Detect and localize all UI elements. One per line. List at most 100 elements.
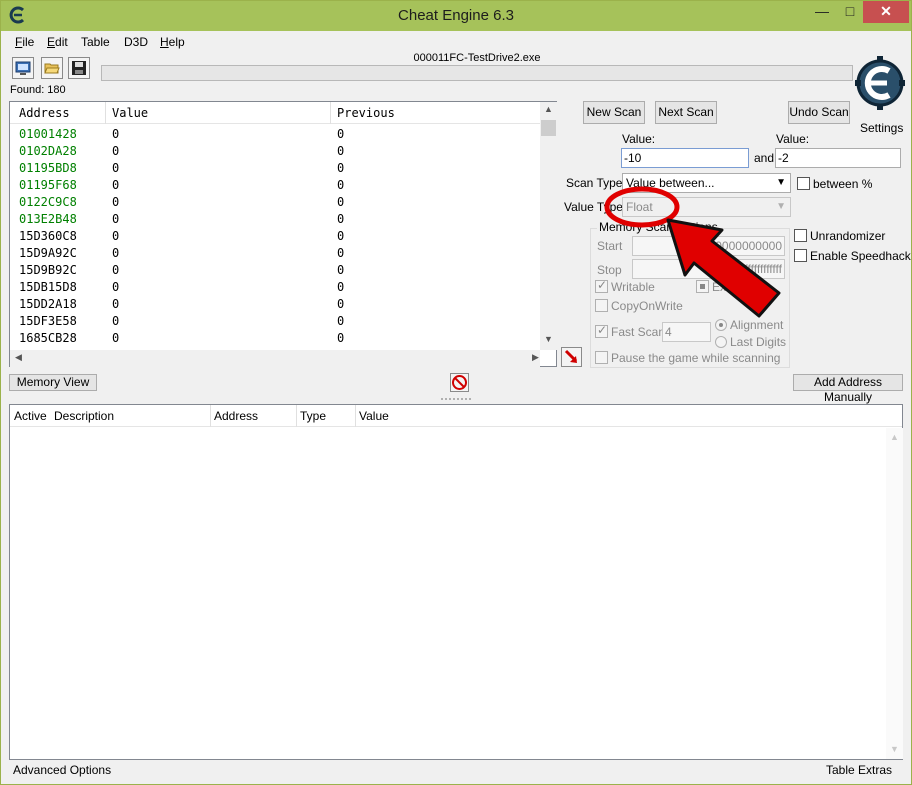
result-value: 0	[112, 263, 120, 277]
clear-list-button[interactable]	[450, 373, 469, 392]
result-previous: 0	[337, 161, 345, 175]
result-row[interactable]: 15DF3E58 0 0	[10, 313, 540, 330]
unrandomizer-label: Unrandomizer	[810, 229, 886, 243]
scan-results-list[interactable]: Address Value Previous 01001428 0 0 0102DA2…	[9, 101, 557, 367]
folder-open-icon	[44, 63, 60, 74]
maximize-button[interactable]: □	[837, 1, 863, 23]
save-button[interactable]	[68, 57, 90, 79]
between-percent-label: between %	[813, 177, 873, 191]
floppy-disk-icon	[72, 61, 86, 75]
column-value[interactable]: Value	[359, 409, 389, 423]
value-label-1: Value:	[622, 132, 656, 146]
result-value: 0	[112, 161, 120, 175]
between-percent-checkbox[interactable]	[797, 177, 810, 190]
results-vertical-scrollbar[interactable]: ▲ ▼	[540, 102, 557, 350]
menu-edit[interactable]: Edit	[47, 35, 68, 49]
executable-label: Executable	[712, 280, 772, 294]
result-row[interactable]: 15D9A92C 0 0	[10, 245, 540, 262]
pause-game-label: Pause the game while scanning	[611, 351, 781, 365]
result-row[interactable]: 1685CB28 0 0	[10, 330, 540, 347]
fast-scan-label: Fast Scan	[611, 325, 666, 339]
column-active[interactable]: Active	[14, 409, 47, 423]
title-bar[interactable]: Cheat Engine 6.3 — □ ✕	[1, 1, 911, 31]
fast-scan-checkbox[interactable]	[595, 323, 608, 338]
value-label-2: Value:	[776, 132, 810, 146]
new-scan-button[interactable]: New Scan	[583, 101, 645, 124]
result-previous: 0	[337, 178, 345, 192]
column-previous[interactable]: Previous	[337, 106, 395, 120]
splitter-grip[interactable]	[441, 398, 471, 401]
result-previous: 0	[337, 229, 345, 243]
result-row[interactable]: 0102DA28 0 0	[10, 143, 540, 160]
result-address: 0122C9C8	[19, 195, 77, 209]
menu-d3d[interactable]: D3D	[124, 35, 148, 49]
result-row[interactable]: 01195BD8 0 0	[10, 160, 540, 177]
result-row[interactable]: 0122C9C8 0 0	[10, 194, 540, 211]
result-value: 0	[112, 229, 120, 243]
value-type-select[interactable]: Float ▼	[622, 197, 791, 217]
result-address: 01195BD8	[19, 161, 77, 175]
result-value: 0	[112, 297, 120, 311]
result-previous: 0	[337, 263, 345, 277]
column-value[interactable]: Value	[112, 106, 148, 120]
memory-scan-options-label: Memory Scan Options	[597, 220, 720, 234]
table-extras-link[interactable]: Table Extras	[826, 763, 892, 777]
result-value: 0	[112, 280, 120, 294]
settings-link[interactable]: Settings	[860, 121, 903, 135]
stop-address-input[interactable]: 7fffffffffffffff	[632, 259, 785, 279]
open-file-button[interactable]	[41, 57, 63, 79]
value-input-1[interactable]: -10	[621, 148, 749, 168]
last-digits-radio[interactable]	[715, 336, 727, 348]
result-row[interactable]: 013E2B48 0 0	[10, 211, 540, 228]
result-row[interactable]: 15DD2A18 0 0	[10, 296, 540, 313]
main-window: Cheat Engine 6.3 — □ ✕ File Edit Table D…	[0, 0, 912, 785]
menu-file[interactable]: File	[15, 35, 34, 49]
results-horizontal-scrollbar[interactable]: ◀ ▶	[10, 350, 540, 367]
alignment-label: Alignment	[730, 318, 784, 332]
alignment-radio[interactable]	[715, 319, 727, 331]
result-row[interactable]: 01195F68 0 0	[10, 177, 540, 194]
value-input-2[interactable]: -2	[775, 148, 901, 168]
last-digits-label: Last Digits	[730, 335, 787, 349]
result-row[interactable]: 01001428 0 0	[10, 126, 540, 143]
pause-game-checkbox[interactable]	[595, 351, 608, 364]
advanced-options-link[interactable]: Advanced Options	[13, 763, 111, 777]
result-address: 15DD2A18	[19, 297, 77, 311]
next-scan-button[interactable]: Next Scan	[655, 101, 717, 124]
minimize-button[interactable]: —	[807, 1, 837, 23]
copy-on-write-checkbox[interactable]	[595, 299, 608, 312]
writable-checkbox[interactable]	[595, 278, 608, 293]
scan-type-select[interactable]: Value between... ▼	[622, 173, 791, 193]
add-selected-to-list-button[interactable]	[561, 347, 582, 367]
memory-view-button[interactable]: Memory View	[9, 374, 97, 391]
process-name: 000011FC-TestDrive2.exe	[413, 52, 541, 64]
result-row[interactable]: 15DB15D8 0 0	[10, 279, 540, 296]
column-type[interactable]: Type	[300, 409, 326, 423]
enable-speedhack-checkbox[interactable]	[794, 249, 807, 262]
scroll-down-icon: ▼	[544, 334, 553, 344]
result-row[interactable]: 15D9B92C 0 0	[10, 262, 540, 279]
add-address-manually-button[interactable]: Add Address Manually	[793, 374, 903, 404]
result-row[interactable]: 15D360C8 0 0	[10, 228, 540, 245]
column-address[interactable]: Address	[19, 106, 70, 120]
column-description[interactable]: Description	[54, 409, 114, 423]
address-table[interactable]: Active Description Address Type Value ▲ …	[9, 404, 903, 760]
start-label: Start	[597, 239, 623, 253]
address-table-scrollbar[interactable]: ▲ ▼	[886, 428, 903, 759]
fast-scan-alignment-input[interactable]: 4	[662, 322, 711, 342]
start-address-input[interactable]: 0000000000000000	[632, 236, 785, 256]
result-value: 0	[112, 246, 120, 260]
no-sign-icon	[452, 375, 467, 390]
close-button[interactable]: ✕	[863, 1, 909, 23]
menu-help[interactable]: Help	[160, 35, 185, 49]
result-address: 01195F68	[19, 178, 77, 192]
menu-table[interactable]: Table	[81, 35, 110, 49]
undo-scan-button[interactable]: Undo Scan	[788, 101, 850, 124]
open-process-button[interactable]	[12, 57, 34, 79]
unrandomizer-checkbox[interactable]	[794, 229, 807, 242]
cheat-engine-logo[interactable]	[853, 53, 907, 119]
column-address[interactable]: Address	[214, 409, 258, 423]
executable-checkbox[interactable]	[696, 280, 709, 293]
result-previous: 0	[337, 212, 345, 226]
result-address: 1685CB28	[19, 331, 77, 345]
